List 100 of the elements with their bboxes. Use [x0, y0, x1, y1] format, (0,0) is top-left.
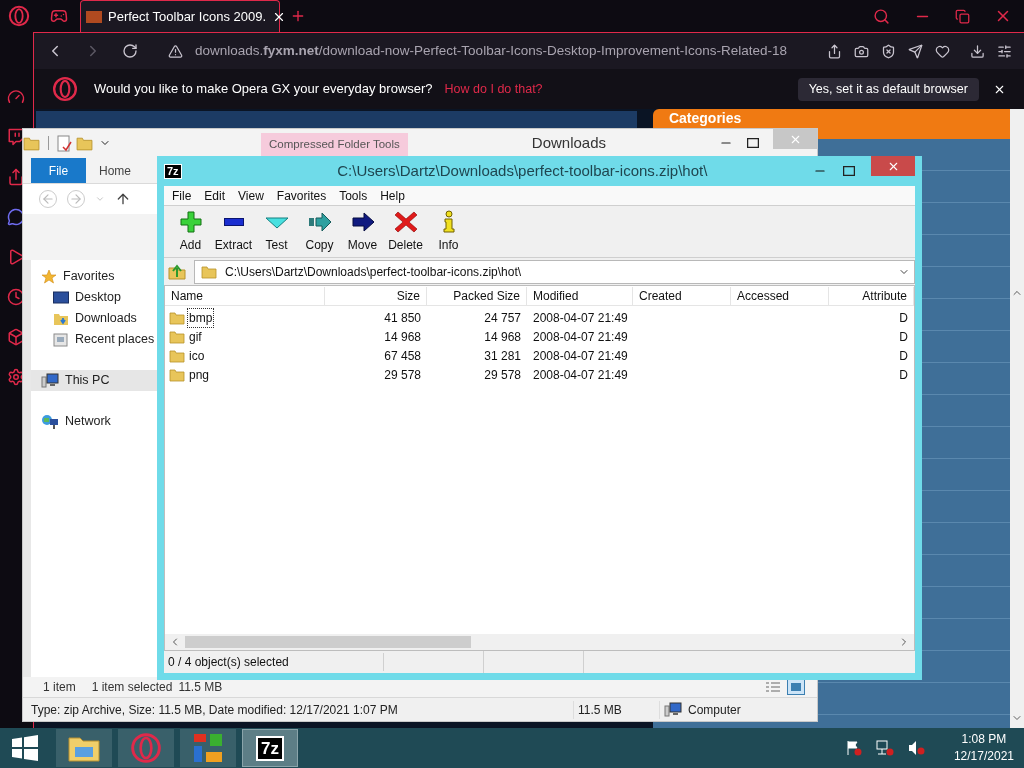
menu-item[interactable]: Edit [204, 186, 226, 205]
table-cell: 2008-04-07 21:49 [533, 348, 628, 363]
opera-logo-icon [8, 5, 30, 27]
folder-icon [169, 366, 185, 383]
file-size: 11.5 MB [573, 700, 659, 719]
contextual-tab[interactable]: Compressed Folder Tools [261, 133, 408, 157]
window-title: Downloads [531, 132, 607, 153]
taskbar-app-button[interactable] [180, 729, 236, 767]
file-details: Type: zip Archive, Size: 11.5 MB, Date modified: 12/17/2021 1:07 PM [30, 701, 399, 719]
ribbon-tab[interactable]: Home [86, 158, 144, 183]
clock-date: 12/17/2021 [953, 748, 1014, 765]
plus-icon [178, 209, 203, 234]
maximize-icon[interactable] [747, 138, 759, 148]
table-cell: D [899, 329, 908, 344]
file-name[interactable]: gif [187, 326, 204, 347]
search-icon[interactable] [873, 7, 890, 25]
selection-size: 11.5 MB [178, 679, 223, 696]
desktop-icon [53, 290, 69, 305]
menu-item[interactable]: View [238, 186, 264, 205]
computer-icon [41, 372, 59, 389]
clock[interactable]: 1:08 PM 12/17/2021 [953, 731, 1014, 765]
folder-icon [201, 263, 217, 280]
minus-icon [223, 217, 244, 226]
maximize-icon[interactable] [843, 166, 855, 176]
category-heading: Categories [668, 111, 742, 128]
toolbar-button[interactable]: Move [342, 209, 383, 254]
window-title: C:\Users\Dartz\Downloads\perfect-toolbar-icons.zip\hot\ [336, 160, 709, 181]
up-icon[interactable] [115, 191, 131, 207]
restore-icon[interactable] [955, 8, 970, 24]
file-name[interactable]: ico [187, 345, 207, 366]
table-cell: 41 850 [384, 310, 421, 325]
set-default-button[interactable]: Yes, set it as default browser [797, 77, 979, 101]
location-zone: Computer [688, 701, 741, 719]
menu-item[interactable]: File [172, 186, 192, 205]
heart-icon[interactable] [935, 43, 950, 59]
column-header[interactable]: Name [165, 286, 325, 305]
muted-speaker-icon[interactable] [907, 740, 926, 756]
settings-sliders-icon[interactable] [997, 43, 1012, 59]
reload-icon[interactable] [121, 43, 138, 59]
star-icon [41, 268, 57, 285]
warning-icon[interactable] [167, 43, 183, 59]
scrollbar-thumb[interactable] [185, 636, 471, 648]
table-cell: D [899, 367, 908, 382]
taskbar-app-button[interactable]: 7z [242, 729, 298, 767]
send-icon[interactable] [908, 43, 923, 59]
toolbar-button[interactable]: Copy [299, 209, 340, 254]
help-link[interactable]: How do I do that? [444, 79, 543, 99]
shield-icon[interactable] [881, 43, 896, 59]
toolbar-button[interactable]: Extract [213, 209, 254, 254]
toolbar-button[interactable]: Add [170, 209, 211, 254]
network-tray-icon[interactable] [875, 740, 894, 756]
file-name[interactable]: bmp [187, 307, 215, 328]
table-cell: 29 578 [484, 367, 521, 382]
folder-icon [169, 309, 185, 326]
nav-item[interactable]: This PC [31, 370, 158, 391]
column-header[interactable]: Packed Size [427, 286, 527, 305]
item-count: 1 item [43, 679, 76, 696]
menu-item[interactable]: Help [380, 186, 405, 205]
horizontal-scrollbar[interactable] [165, 634, 914, 650]
selection-status: 1 item selected [91, 679, 173, 696]
opera-icon [130, 732, 162, 764]
start-icon[interactable] [12, 735, 38, 761]
table-cell: 14 968 [484, 329, 521, 344]
opera-icon [51, 76, 78, 102]
table-cell: 24 757 [484, 310, 521, 325]
folder-icon [169, 328, 185, 345]
camera-icon[interactable] [854, 43, 869, 59]
column-header[interactable]: Accessed [731, 286, 829, 305]
default-browser-message: Would you like to make Opera GX your everyday browser? [93, 80, 433, 99]
network-icon [41, 413, 59, 430]
up-folder-icon[interactable] [168, 262, 186, 281]
table-cell: 2008-04-07 21:49 [533, 329, 628, 344]
column-header[interactable]: Attribute [829, 286, 914, 305]
properties-icon[interactable] [57, 134, 72, 152]
toolbar-button[interactable]: Test [256, 209, 297, 254]
file-name[interactable]: png [187, 364, 212, 385]
speed-dial-icon[interactable] [7, 88, 26, 106]
browser-tab[interactable]: Perfect Toolbar Icons 2009. [80, 0, 280, 32]
column-header[interactable]: Size [325, 286, 427, 305]
column-header[interactable]: Created [633, 286, 731, 305]
menu-item[interactable]: Favorites [276, 186, 327, 205]
gamepad-icon[interactable] [50, 7, 68, 25]
download-icon[interactable] [970, 43, 985, 59]
share-icon[interactable] [827, 43, 842, 59]
table-cell: 67 458 [384, 348, 421, 363]
recent-places-icon [53, 331, 69, 348]
table-cell: 14 968 [384, 329, 421, 344]
flag-icon[interactable] [845, 740, 862, 756]
file-tab[interactable]: File [31, 158, 86, 183]
folder-icon [169, 347, 185, 364]
address-field[interactable]: downloads.fyxm.net/download-now-Perfect-Toolbar-Icons-Desktop-Improvement-Icons-Related-18 [194, 40, 787, 62]
taskbar-app-button[interactable] [56, 729, 112, 767]
table-cell: 31 281 [484, 348, 521, 363]
colored-tiles-icon [192, 732, 224, 764]
menu-item[interactable]: Tools [339, 186, 368, 205]
right-arrow-icon [350, 209, 375, 234]
column-header[interactable]: Modified [527, 286, 633, 305]
toolbar-button[interactable]: Delete [385, 209, 426, 254]
toolbar-button[interactable]: Info [428, 209, 469, 254]
path-field[interactable]: C:\Users\Dartz\Downloads\perfect-toolbar-icons.zip\hot\ [194, 259, 915, 284]
